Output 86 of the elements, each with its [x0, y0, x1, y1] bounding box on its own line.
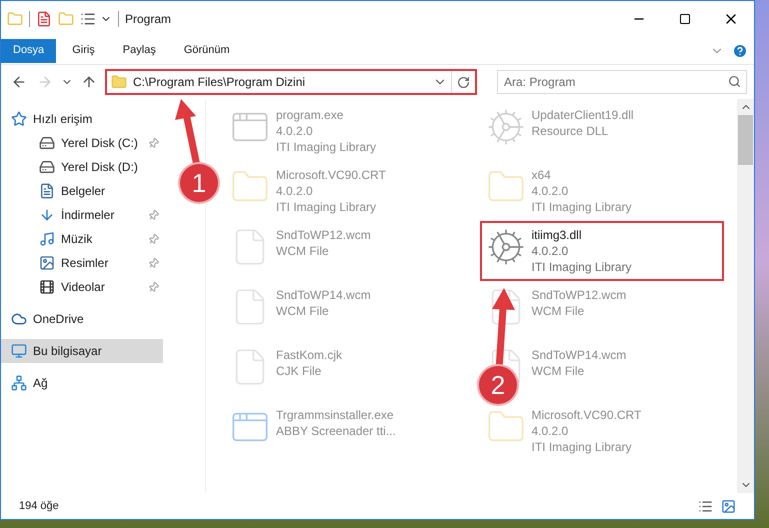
sidebar-item[interactable]: Hızlı erişim — [1, 107, 163, 131]
file-detail: WCM File — [276, 243, 330, 259]
cloud-icon — [11, 311, 27, 327]
sidebar-label: Belgeler — [61, 183, 106, 200]
search-icon — [728, 75, 741, 88]
monitor-icon — [11, 343, 27, 359]
sidebar-label: Hızlı erişim — [33, 111, 92, 128]
file-name: Microsoft.VC90.CRT — [532, 407, 642, 423]
file-name: SndToWP12.wcm — [276, 227, 371, 243]
details-view-icon[interactable] — [698, 498, 713, 514]
sidebar-item[interactable]: Yerel Disk (D:) — [1, 155, 163, 179]
sidebar-item[interactable]: Müzik — [1, 227, 163, 251]
file-name: SndToWP14.wcm — [532, 347, 626, 363]
sidebar-item[interactable]: Belgeler — [1, 179, 163, 203]
sidebar-item[interactable]: Ağ — [1, 371, 163, 395]
picture-icon — [39, 255, 55, 271]
gear-file-icon — [486, 227, 526, 267]
help-icon[interactable] — [732, 42, 748, 58]
file-name: SndToWP12.wcm — [532, 287, 626, 303]
ribbon-tab[interactable]: Görünüm — [172, 38, 242, 62]
file-detail: WCM File — [276, 303, 330, 319]
file-name: FastKom.cjk — [276, 347, 342, 363]
sidebar-label: Videolar — [61, 279, 105, 296]
file-detail: WCM File — [532, 303, 586, 319]
network-icon — [11, 375, 27, 391]
maximize-icon — [679, 13, 691, 25]
sidebar-label: Bu bilgisayar — [33, 343, 102, 360]
scrollbar[interactable] — [737, 99, 754, 493]
scroll-thumb[interactable] — [738, 115, 753, 165]
file-detail: 4.0.2.0 — [276, 123, 314, 139]
up-icon[interactable] — [81, 74, 97, 90]
sidebar-item[interactable]: Resimler — [1, 251, 163, 275]
file-name: Microsoft.VC90.CRT — [276, 167, 386, 183]
sidebar-item[interactable]: Yerel Disk (C:) — [1, 131, 163, 155]
file-detail: ABBY Screenader tti... — [276, 423, 396, 439]
sidebar-label: Ağ — [33, 375, 48, 392]
tiles-view-icon[interactable] — [721, 498, 736, 514]
file-detail: CJK File — [276, 363, 322, 379]
drive-icon — [39, 135, 55, 151]
gear-file-icon — [486, 107, 526, 147]
ribbon-tab[interactable]: Giriş — [60, 38, 107, 62]
file-name: Trgrammsinstaller.exe — [276, 407, 395, 423]
file-detail: Resource DLL — [532, 123, 610, 139]
address-path: C:\Program Files\Program Dizini — [133, 74, 306, 91]
ribbon-tab[interactable]: Paylaş — [110, 38, 168, 62]
back-icon[interactable] — [11, 74, 27, 90]
folder-icon — [111, 74, 127, 90]
file-detail: ITI Imaging Library — [532, 439, 633, 455]
refresh-icon[interactable] — [457, 76, 470, 88]
document-icon — [39, 183, 55, 199]
file-name: UpdaterClient19.dll — [532, 107, 634, 123]
file-detail: ITI Imaging Library — [532, 259, 632, 275]
file-detail: 4.0.2.0 — [532, 183, 570, 199]
search-field[interactable]: Ara: Program — [497, 70, 747, 94]
file-name: SndToWP14.wcm — [276, 287, 371, 303]
music-note-icon — [39, 231, 55, 247]
file-tile[interactable]: itiimg3.dll 4.0.2.0 ITI Imaging Library — [482, 223, 722, 279]
sidebar-item[interactable]: Bu bilgisayar — [1, 339, 163, 363]
file-name: program.exe — [276, 107, 344, 123]
sidebar-label: OneDrive — [33, 311, 84, 328]
star-icon — [11, 111, 27, 127]
file-detail: 4.0.2.0 — [532, 243, 570, 259]
status-count: 194 öğe — [19, 498, 59, 514]
file-name: itiimg3.dll — [532, 227, 583, 243]
folder-icon — [7, 11, 23, 27]
sidebar-label: Resimler — [61, 255, 108, 272]
drive-icon — [39, 159, 55, 175]
sidebar-item[interactable]: İndirmeler — [1, 203, 163, 227]
sidebar-item[interactable]: Videolar — [1, 275, 163, 299]
sidebar-label: Yerel Disk (C:) — [61, 135, 138, 152]
ribbon-tab[interactable]: Dosya — [1, 38, 56, 62]
sidebar-label: İndirmeler — [61, 207, 114, 224]
film-icon — [39, 279, 55, 295]
file-detail: 4.0.2.0 — [532, 423, 570, 439]
window-title: Program — [125, 11, 172, 28]
file-detail: WCM File — [532, 363, 586, 379]
file-detail: 4.0.2.0 — [276, 183, 314, 199]
sidebar-label: Müzik — [61, 231, 92, 248]
view-icon[interactable] — [80, 11, 96, 27]
file-detail: ITI Imaging Library — [276, 199, 378, 215]
address-bar[interactable]: C:\Program Files\Program Dizini — [105, 69, 477, 95]
file-detail: ITI Imaging Library — [532, 199, 632, 215]
sidebar-item[interactable]: OneDrive — [1, 307, 163, 331]
sidebar-label: Yerel Disk (D:) — [61, 159, 138, 176]
file-name: x64 — [532, 167, 552, 183]
file-detail: ITI Imaging Library — [276, 139, 376, 155]
